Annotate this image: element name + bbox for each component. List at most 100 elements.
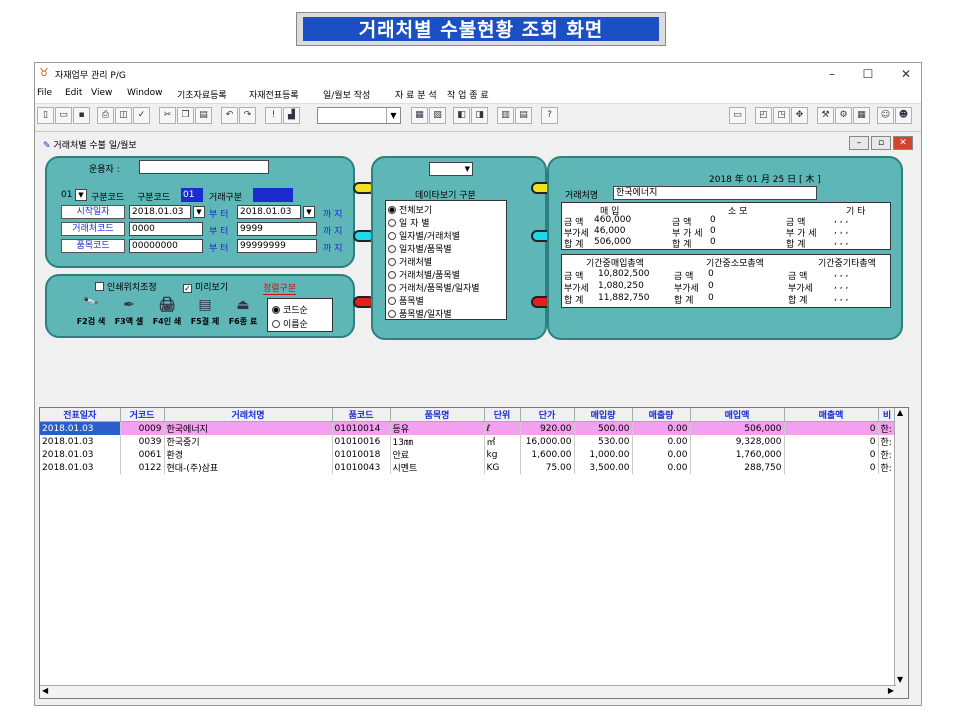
undo-icon[interactable]: ↶ [221, 107, 238, 124]
cell-cust-name[interactable]: 한국중기 [164, 435, 333, 448]
cell-cust-code[interactable]: 0009 [120, 421, 165, 435]
cell-in-qty[interactable]: 3,500.00 [574, 461, 633, 474]
menu-report[interactable]: 일/월보 작성 [323, 88, 370, 101]
table-row[interactable]: 2018.01.03 0009 한국에너지 01010014 등유 ℓ 920.… [40, 421, 897, 435]
cell-in-amount[interactable]: 9,328,000 [690, 435, 785, 448]
preview-checkbox[interactable]: ✓ 미리보기 [183, 280, 228, 293]
cell-item-code[interactable]: 01010018 [332, 448, 391, 461]
col-header-out-amount[interactable]: 매출액 [784, 408, 879, 422]
cell-item-name[interactable]: 등유 [390, 421, 485, 435]
menu-exit[interactable]: 작 업 종 료 [447, 88, 489, 101]
menu-file[interactable]: File [37, 88, 52, 98]
cell-item-name[interactable]: 시멘트 [390, 461, 485, 474]
user-icon[interactable]: ☺ [877, 107, 894, 124]
cell-unit[interactable]: ℓ [484, 421, 521, 435]
start-date-input[interactable]: 2018.01.03 [129, 205, 191, 219]
scroll-right-icon[interactable]: ▶ [888, 686, 894, 695]
chart-icon[interactable]: ▟ [283, 107, 300, 124]
col-header-unit[interactable]: 단위 [484, 408, 521, 422]
cell-item-name[interactable]: 안료 [390, 448, 485, 461]
cell-out-amount[interactable]: 0 [784, 435, 879, 448]
cell-cust-name[interactable]: 환경 [164, 448, 333, 461]
tool-icon[interactable]: ✥ [791, 107, 808, 124]
scroll-left-icon[interactable]: ◀ [42, 686, 48, 695]
view-radio-all[interactable]: 전체보기 [388, 203, 432, 216]
window2-icon[interactable]: ◳ [773, 107, 790, 124]
cell-out-qty[interactable]: 0.00 [632, 448, 691, 461]
book-icon[interactable]: ◧ [453, 107, 470, 124]
cell-cust-name[interactable]: 현대-(주)삼표 [164, 461, 333, 474]
child-close-button[interactable]: ✕ [893, 136, 913, 150]
item-from-input[interactable]: 00000000 [129, 239, 203, 253]
cell-date[interactable]: 2018.01.03 [40, 421, 121, 435]
sort-code-radio[interactable]: 코드순 [272, 303, 308, 316]
table-row[interactable]: 2018.01.03 0061 환경 01010018 안료 kg 1,600.… [40, 448, 897, 461]
doc2-icon[interactable]: ▤ [515, 107, 532, 124]
cell-in-amount[interactable]: 506,000 [690, 421, 785, 435]
start-date-button[interactable]: 시작일자 [61, 205, 125, 219]
menu-view[interactable]: View [91, 88, 112, 98]
cell-out-qty[interactable]: 0.00 [632, 435, 691, 448]
end-date-input[interactable]: 2018.01.03 [237, 205, 301, 219]
cell-price[interactable]: 16,000.00 [520, 435, 575, 448]
cell-date[interactable]: 2018.01.03 [40, 448, 121, 461]
start-date-dropdown[interactable]: ▼ [193, 206, 205, 218]
preview-icon[interactable]: ◫ [115, 107, 132, 124]
print-adjust-checkbox[interactable]: 인쇄위치조정 [95, 280, 157, 293]
exclaim-icon[interactable]: ! [265, 107, 282, 124]
horizontal-scrollbar[interactable]: ◀ ▶ [40, 685, 896, 698]
view-radio-date-customer[interactable]: 일자별/거래처별 [388, 229, 460, 242]
menu-basic-data[interactable]: 기초자료등록 [177, 88, 227, 101]
toolbar-combo[interactable]: ▼ [317, 107, 401, 124]
save-icon[interactable]: ▪ [73, 107, 90, 124]
cell-in-amount[interactable]: 288,750 [690, 461, 785, 474]
operator-input[interactable] [139, 160, 269, 174]
cell-out-amount[interactable]: 0 [784, 421, 879, 435]
cell-in-qty[interactable]: 1,000.00 [574, 448, 633, 461]
cell-in-qty[interactable]: 530.00 [574, 435, 633, 448]
customer-to-input[interactable]: 9999 [237, 222, 317, 236]
vertical-scrollbar[interactable]: ▲ ▼ [894, 408, 908, 698]
table-row[interactable]: 2018.01.03 0122 현대-(주)삼표 01010043 시멘트 KG… [40, 461, 897, 474]
item-to-input[interactable]: 99999999 [237, 239, 317, 253]
view-combo[interactable]: ▼ [429, 162, 473, 176]
table-row[interactable]: 2018.01.03 0039 한국중기 01010016 13㎜ ㎥ 16,0… [40, 435, 897, 448]
col-header-cust-name[interactable]: 거래처명 [164, 408, 333, 422]
open-icon[interactable]: ▭ [55, 107, 72, 124]
end-date-dropdown[interactable]: ▼ [303, 206, 315, 218]
col-header-date[interactable]: 전표일자 [40, 408, 121, 422]
help-icon[interactable]: ? [541, 107, 558, 124]
cell-in-amount[interactable]: 1,760,000 [690, 448, 785, 461]
new-icon[interactable]: ▯ [37, 107, 54, 124]
cell-date[interactable]: 2018.01.03 [40, 461, 121, 474]
child-minimize-button[interactable]: – [849, 136, 869, 150]
exit-f6-button[interactable]: ⏏ F6종 료 [225, 294, 261, 338]
cell-price[interactable]: 75.00 [520, 461, 575, 474]
cell-item-code[interactable]: 01010016 [332, 435, 391, 448]
list-icon[interactable]: ▦ [853, 107, 870, 124]
cell-cust-code[interactable]: 0039 [120, 435, 165, 448]
cell-price[interactable]: 1,600.00 [520, 448, 575, 461]
scroll-down-icon[interactable]: ▼ [897, 675, 903, 684]
cell-item-code[interactable]: 01010014 [332, 421, 391, 435]
child-restore-button[interactable]: ▫ [871, 136, 891, 150]
menu-window[interactable]: Window [127, 88, 163, 98]
cell-unit[interactable]: kg [484, 448, 521, 461]
window-icon[interactable]: ◰ [755, 107, 772, 124]
book2-icon[interactable]: ◨ [471, 107, 488, 124]
view-radio-item-date[interactable]: 품목별/일자별 [388, 307, 452, 320]
approve-f5-button[interactable]: ▤ F5결 제 [187, 294, 223, 338]
cell-in-qty[interactable]: 500.00 [574, 421, 633, 435]
print-icon[interactable]: ⎙ [97, 107, 114, 124]
search-f2-button[interactable]: 🔭 F2검 색 [73, 294, 109, 338]
view-radio-customer-item[interactable]: 거래처별/품목별 [388, 268, 460, 281]
view-radio-date-item[interactable]: 일자별/품목별 [388, 242, 452, 255]
col-header-item-name[interactable]: 품목명 [390, 408, 485, 422]
cell-unit[interactable]: ㎥ [484, 435, 521, 448]
customer-code-button[interactable]: 거래처코드 [61, 222, 125, 236]
layout-icon[interactable]: ▭ [729, 107, 746, 124]
paste-icon[interactable]: ▤ [195, 107, 212, 124]
view-radio-date[interactable]: 일 자 별 [388, 216, 430, 229]
col-header-in-qty[interactable]: 매입량 [574, 408, 633, 422]
doc-icon[interactable]: ▥ [497, 107, 514, 124]
